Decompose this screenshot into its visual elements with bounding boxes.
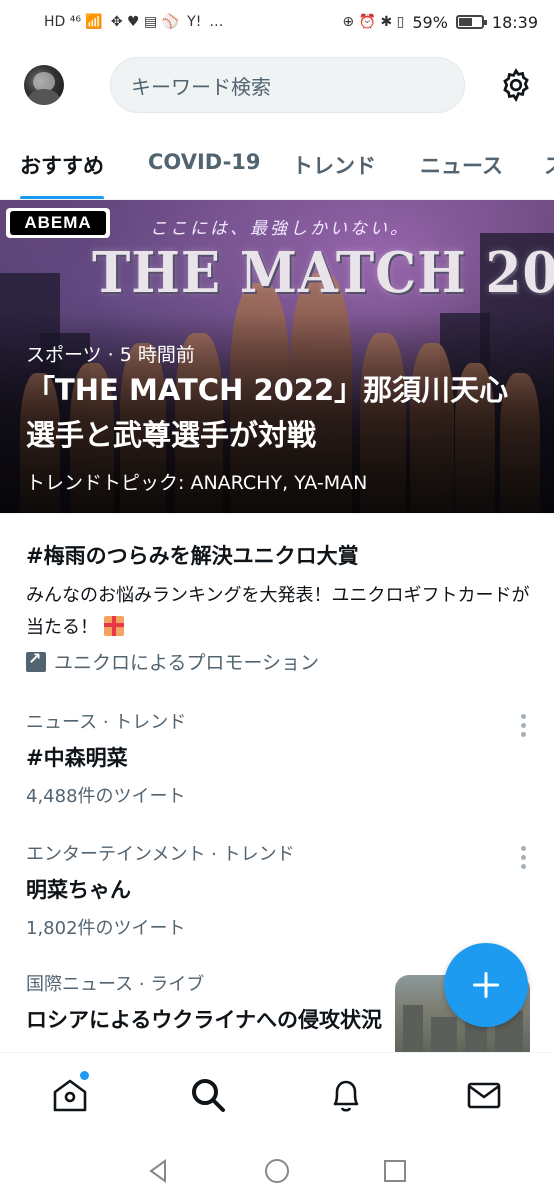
tab-news[interactable]: ニュース xyxy=(420,140,503,199)
trend-tweet-count: 4,488件のツイート xyxy=(26,786,186,807)
system-navigation-bar xyxy=(0,1144,554,1200)
promoted-by: ユニクロによるプロモーション xyxy=(26,648,536,675)
promoted-by-label: ユニクロによるプロモーション xyxy=(54,652,320,674)
promoted-description-text: みんなのお悩みランキングを大発表！ユニクロギフトカードが当たる！ xyxy=(26,585,530,638)
trend-name: #中森明菜 xyxy=(26,746,128,770)
promoted-icon xyxy=(26,649,46,672)
hero-meta: スポーツ · 5 時間前 xyxy=(26,344,195,366)
more-options-icon[interactable] xyxy=(510,846,536,870)
bottom-navigation xyxy=(0,1052,554,1144)
live-meta: 国際ニュース · ライブ xyxy=(26,974,205,995)
gift-icon xyxy=(103,616,124,636)
divider xyxy=(0,513,554,521)
avatar[interactable] xyxy=(24,65,64,105)
search-placeholder: キーワード検索 xyxy=(131,74,271,99)
abema-logo-text: ABEMA xyxy=(10,211,106,235)
compose-button[interactable] xyxy=(444,943,528,1027)
status-bar: HD ⁴⁶ 📶 ✥ ♥ ▤ ⚾ Y! … ⊕ ⏰ ✱ ▯ 59% 18:39 xyxy=(0,0,554,44)
battery-percent: 59% xyxy=(412,12,448,32)
battery-icon xyxy=(455,15,487,29)
home-notification-dot xyxy=(80,1071,89,1080)
status-left: HD ⁴⁶ 📶 ✥ ♥ ▤ ⚾ Y! … xyxy=(44,14,223,30)
plus-icon xyxy=(473,972,499,998)
live-title: ロシアによるウクライナへの侵攻状況 xyxy=(26,1008,382,1032)
recents-icon[interactable] xyxy=(380,1156,410,1186)
status-right: ⊕ ⏰ ✱ ▯ 59% 18:39 xyxy=(342,13,538,32)
tab-label: トレンド xyxy=(292,154,376,178)
thumbnail-building xyxy=(403,1005,423,1055)
trend-item[interactable]: ニュース · トレンド #中森明菜 4,488件のツイート xyxy=(26,708,536,808)
thumbnail-building xyxy=(431,1017,457,1055)
promoted-trend[interactable]: #梅雨のつらみを解決ユニクロ大賞 みんなのお悩みランキングを大発表！ユニクロギフ… xyxy=(26,540,536,675)
bell-icon[interactable] xyxy=(326,1075,366,1115)
mail-icon[interactable] xyxy=(464,1075,504,1115)
tab-label: ス xyxy=(544,154,554,178)
clock: 18:39 xyxy=(491,12,538,32)
home-circle-icon[interactable] xyxy=(262,1156,292,1186)
gear-icon[interactable] xyxy=(498,67,534,103)
top-header: キーワード検索 xyxy=(0,56,554,114)
home-icon[interactable] xyxy=(50,1075,90,1115)
tab-trending[interactable]: トレンド xyxy=(292,140,376,199)
tab-label: COVID-19 xyxy=(148,150,261,174)
system-status-icons: ⊕ ⏰ ✱ ▯ xyxy=(342,14,405,30)
hero-title: 「THE MATCH 2022」那須川天心選手と武尊選手が対戦 xyxy=(26,373,509,452)
search-icon[interactable] xyxy=(188,1075,228,1115)
live-news-item[interactable]: 国際ニュース · ライブ ロシアによるウクライナへの侵攻状況 xyxy=(26,970,386,1036)
trend-item[interactable]: エンターテインメント · トレンド 明菜ちゃん 1,802件のツイート xyxy=(26,840,536,940)
yahoo-icon: Y! xyxy=(187,14,202,30)
more-notifications: … xyxy=(209,14,224,30)
promoted-trend-description: みんなのお悩みランキングを大発表！ユニクロギフトカードが当たる！ xyxy=(26,580,536,644)
trend-meta: ニュース · トレンド xyxy=(26,712,187,733)
tab-sports[interactable]: ス xyxy=(544,140,554,199)
explore-tabs: おすすめ COVID-19 トレンド ニュース ス xyxy=(0,140,554,200)
promoted-trend-title: #梅雨のつらみを解決ユニクロ大賞 xyxy=(26,544,359,568)
trend-meta: エンターテインメント · トレンド xyxy=(26,844,295,865)
abema-logo: ABEMA xyxy=(6,208,110,238)
hero-card[interactable]: ABEMA ここには、最強しかいない。 THE MATCH 2022 スポーツ … xyxy=(0,200,554,513)
app-notification-icons: ✥ ♥ ▤ ⚾ xyxy=(110,14,180,30)
trend-name: 明菜ちゃん xyxy=(26,878,131,902)
hero-tagline: ここには、最強しかいない。 xyxy=(150,219,410,239)
more-options-icon[interactable] xyxy=(510,714,536,738)
tab-recommended[interactable]: おすすめ xyxy=(20,140,104,199)
tab-label: おすすめ xyxy=(20,154,104,178)
back-icon[interactable] xyxy=(143,1156,173,1186)
hero-event-logo: THE MATCH 2022 xyxy=(92,240,554,306)
trend-tweet-count: 1,802件のツイート xyxy=(26,918,186,939)
battery-fill xyxy=(458,18,472,26)
signal-icon: HD ⁴⁶ 📶 xyxy=(44,14,103,30)
search-input[interactable]: キーワード検索 xyxy=(110,57,465,113)
tab-covid19[interactable]: COVID-19 xyxy=(148,140,261,199)
tab-label: ニュース xyxy=(420,154,503,178)
hero-trending-topics: トレンドトピック: ANARCHY, YA-MAN xyxy=(26,472,368,494)
